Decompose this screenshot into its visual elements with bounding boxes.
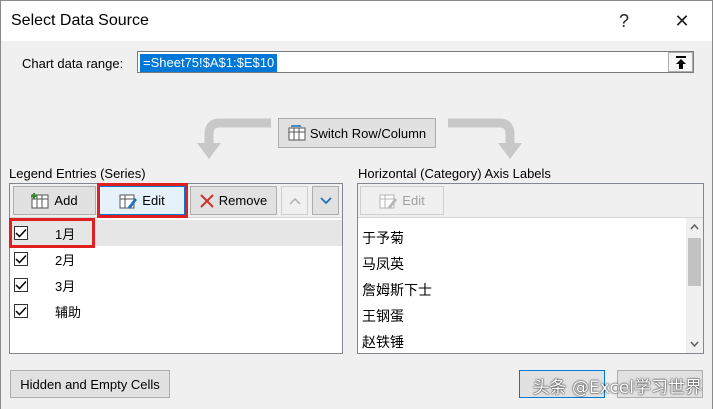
series-name: 辅助 [55,304,82,320]
legend-toolbar: Add Edit Remove [10,184,342,218]
axis-label-item[interactable]: 马凤英 [362,254,404,274]
axis-labels-panel: Edit 于予菊 马凤英 詹姆斯下士 王钢蛋 赵铁锤 [357,183,704,354]
scroll-down-icon[interactable] [690,341,699,347]
hidden-empty-cells-button[interactable]: Hidden and Empty Cells [10,370,170,398]
help-button[interactable]: ? [609,9,639,33]
checkmark-icon [15,254,27,264]
edit-series-button[interactable]: Edit [99,186,185,215]
series-row-3[interactable]: 3月 [10,272,342,298]
series-checkbox[interactable] [14,252,28,266]
edit-axis-labels-label: Edit [402,193,425,208]
curved-arrow-left-icon [197,118,271,159]
checkmark-icon [15,280,27,290]
close-icon: ✕ [674,10,690,31]
series-name: 1月 [55,226,76,242]
switch-row-column-button[interactable]: Switch Row/Column [278,118,436,148]
dialog-body: Chart data range: =Sheet75!$A$1:$E$10 Sw… [1,41,712,409]
collapse-arrow-icon [675,55,686,69]
axis-label-item[interactable]: 王钢蛋 [362,306,404,326]
axis-labels-label: Horizontal (Category) Axis Labels [358,166,551,181]
remove-series-label: Remove [218,193,268,208]
scroll-up-icon[interactable] [690,224,699,230]
dialog-title: Select Data Source [11,12,149,29]
title-bar: Select Data Source ? ✕ [1,1,712,41]
switch-table-icon [288,125,306,141]
move-up-button[interactable] [281,186,308,215]
series-checkbox[interactable] [14,304,28,318]
series-name: 2月 [55,252,76,268]
chart-data-range-value: =Sheet75!$A$1:$E$10 [140,54,278,72]
chevron-down-icon [319,196,332,204]
series-checkbox[interactable] [14,278,28,292]
remove-series-button[interactable]: Remove [190,186,277,215]
switch-row-column-label: Switch Row/Column [309,125,427,141]
edit-axis-labels-button[interactable]: Edit [360,186,444,215]
checkmark-icon [15,306,27,316]
scroll-thumb[interactable] [688,238,701,286]
axis-label-item[interactable]: 詹姆斯下士 [362,280,432,300]
axis-labels-scrollbar[interactable] [686,218,703,353]
checkmark-icon [15,228,27,238]
series-row-1[interactable]: 1月 [10,220,342,246]
curved-arrow-right-icon [448,118,522,159]
edit-table-icon [119,194,138,209]
collapse-dialog-button[interactable] [668,52,693,72]
chevron-up-icon [288,197,301,205]
hidden-empty-cells-label: Hidden and Empty Cells [20,376,160,392]
chart-data-range-input[interactable]: =Sheet75!$A$1:$E$10 [137,51,694,73]
axis-label-item[interactable]: 于予菊 [362,228,404,248]
chart-data-range-label: Chart data range: [22,56,124,71]
series-checkbox[interactable] [14,226,28,240]
axis-label-item[interactable]: 赵铁锤 [362,332,404,352]
edit-series-label: Edit [142,193,165,208]
series-name: 3月 [55,278,76,294]
help-icon: ? [618,10,629,31]
select-data-source-dialog: Select Data Source ? ✕ Chart data range:… [0,0,713,409]
edit-table-icon [379,194,398,209]
close-button[interactable]: ✕ [667,9,697,33]
series-row-4[interactable]: 辅助 [10,298,342,324]
remove-x-icon [200,193,214,208]
add-series-button[interactable]: Add [13,186,96,215]
watermark-text: 头条 @Excel学习世界 [532,378,702,398]
add-table-icon [31,192,49,208]
move-down-button[interactable] [312,186,339,215]
series-row-2[interactable]: 2月 [10,246,342,272]
axis-toolbar: Edit [358,184,703,218]
add-series-label: Add [54,193,78,208]
legend-entries-panel: Add Edit Remove 1月 2月 3月 辅助 [9,183,343,354]
legend-entries-label: Legend Entries (Series) [9,166,146,181]
